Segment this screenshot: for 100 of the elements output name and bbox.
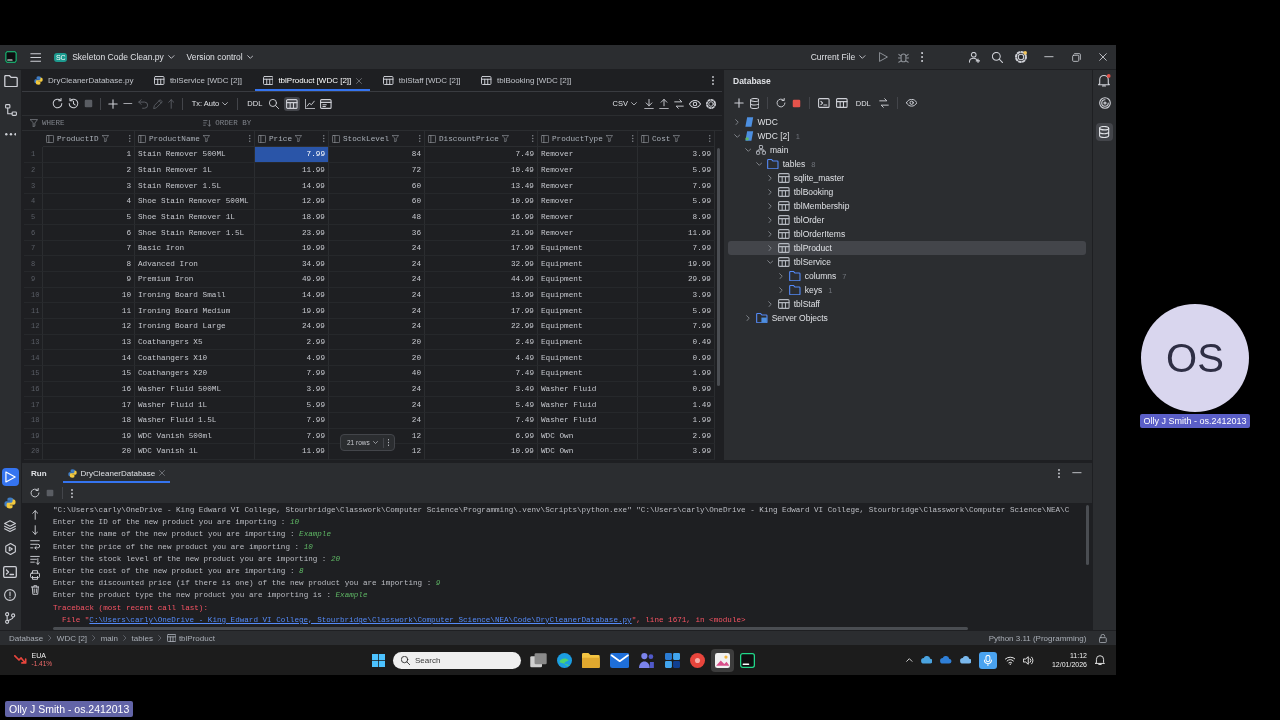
filter-icon[interactable] bbox=[295, 135, 303, 142]
exclamation-circle-icon[interactable] bbox=[4, 589, 17, 601]
breadcrumb[interactable]: tables bbox=[131, 633, 153, 643]
folder-icon[interactable] bbox=[3, 75, 18, 87]
microphone-icon[interactable] bbox=[979, 651, 997, 669]
play-icon[interactable] bbox=[1, 468, 20, 486]
tree-item[interactable]: tblStaff bbox=[728, 297, 1086, 311]
breadcrumb[interactable]: WDC [2] bbox=[56, 633, 88, 643]
chevron-right-icon[interactable] bbox=[768, 216, 772, 224]
lock-icon[interactable] bbox=[1099, 633, 1107, 643]
table-view-icon[interactable] bbox=[284, 96, 300, 111]
filter-icon[interactable] bbox=[101, 135, 109, 142]
terminal-icon[interactable] bbox=[3, 566, 18, 578]
chevron-right-icon[interactable] bbox=[746, 314, 750, 322]
editor-tab[interactable]: tblProduct [WDC [2]] bbox=[254, 70, 371, 91]
more-icon[interactable] bbox=[1058, 468, 1061, 478]
editor-tab[interactable]: tblStaff [WDC [2]] bbox=[375, 70, 469, 91]
breadcrumb[interactable]: tblProduct bbox=[166, 633, 215, 643]
search-icon[interactable] bbox=[992, 51, 1004, 63]
filter-icon[interactable] bbox=[673, 135, 681, 142]
chevron-right-icon[interactable] bbox=[779, 286, 783, 294]
form-icon[interactable] bbox=[319, 98, 332, 109]
refresh-icon[interactable] bbox=[776, 98, 787, 108]
cloud-icon[interactable] bbox=[959, 656, 972, 664]
more-icon[interactable] bbox=[921, 52, 924, 62]
print-icon[interactable] bbox=[30, 570, 40, 580]
chevron-down-icon[interactable] bbox=[744, 148, 752, 152]
windows-stack-icon[interactable] bbox=[530, 652, 547, 668]
chevron-right-icon[interactable] bbox=[768, 188, 772, 196]
scroll-to-end-icon[interactable] bbox=[30, 555, 40, 565]
down-arrow-icon[interactable] bbox=[31, 525, 39, 535]
run-configuration-menu[interactable]: Current File bbox=[807, 50, 869, 64]
editor-tab[interactable]: DryCleanerDatabase.py bbox=[26, 70, 142, 91]
tree-item[interactable]: WDC bbox=[728, 115, 1086, 129]
app-logo-icon[interactable] bbox=[5, 51, 17, 63]
speaker-icon[interactable] bbox=[1023, 655, 1034, 665]
tiles-icon[interactable] bbox=[664, 652, 680, 668]
wrap-icon[interactable] bbox=[30, 540, 40, 550]
scrollbar-thumb[interactable] bbox=[53, 627, 968, 631]
minimize-icon[interactable] bbox=[1072, 472, 1082, 474]
tree-item[interactable]: sqlite_master bbox=[728, 171, 1086, 185]
people-icon[interactable] bbox=[639, 652, 655, 668]
stop-icon[interactable] bbox=[84, 99, 93, 108]
refresh-icon[interactable] bbox=[52, 98, 63, 109]
notifications-icon[interactable] bbox=[1098, 74, 1111, 87]
code-logo-icon[interactable] bbox=[739, 652, 755, 668]
chart-icon[interactable] bbox=[304, 98, 315, 109]
close-icon[interactable] bbox=[1099, 53, 1107, 61]
chevron-right-icon[interactable] bbox=[779, 272, 783, 280]
tree-item[interactable]: main bbox=[728, 143, 1086, 157]
wifi-icon[interactable] bbox=[1004, 655, 1016, 665]
history-icon[interactable] bbox=[68, 98, 79, 109]
branch-icon[interactable] bbox=[5, 612, 16, 624]
breadcrumb[interactable]: Database bbox=[9, 633, 44, 643]
interpreter-selector[interactable]: Python 3.11 (Programming) bbox=[988, 633, 1087, 643]
chevron-right-icon[interactable] bbox=[768, 244, 772, 252]
chevron-right-icon[interactable] bbox=[768, 202, 772, 210]
eye-icon[interactable] bbox=[689, 99, 701, 108]
editor-tab[interactable]: tblService [WDC [2]] bbox=[146, 70, 250, 91]
disc-icon[interactable] bbox=[689, 652, 705, 668]
chevron-down-icon[interactable] bbox=[766, 260, 774, 264]
console-icon[interactable] bbox=[818, 98, 831, 108]
swap-icon[interactable] bbox=[878, 98, 889, 108]
settings-icon[interactable] bbox=[706, 98, 716, 109]
filter-icon[interactable] bbox=[605, 135, 613, 142]
search-field[interactable]: Search bbox=[393, 651, 521, 669]
plus-icon[interactable] bbox=[734, 98, 744, 108]
close-icon[interactable] bbox=[356, 77, 363, 84]
spiral-icon[interactable] bbox=[1098, 96, 1111, 109]
tree-item[interactable]: tblService bbox=[728, 255, 1086, 269]
trash-icon[interactable] bbox=[30, 585, 40, 595]
tree-item[interactable]: tblProduct bbox=[728, 241, 1086, 255]
upload-icon[interactable] bbox=[659, 98, 669, 109]
tree-item[interactable]: tblBooking bbox=[728, 185, 1086, 199]
chevron-up-icon[interactable] bbox=[905, 658, 913, 662]
menu-icon[interactable] bbox=[30, 52, 42, 62]
hexagon-play-icon[interactable] bbox=[4, 543, 17, 555]
notifications-icon[interactable] bbox=[1095, 655, 1105, 665]
run-icon[interactable] bbox=[878, 52, 888, 62]
more-icon[interactable] bbox=[387, 439, 390, 446]
version-control-menu[interactable]: Version control bbox=[183, 50, 257, 64]
stop-icon[interactable] bbox=[792, 98, 802, 108]
debug-icon[interactable] bbox=[898, 51, 909, 63]
scrollbar-thumb[interactable] bbox=[1086, 505, 1089, 565]
envelope-icon[interactable] bbox=[609, 652, 630, 668]
windows-logo-icon[interactable] bbox=[372, 653, 385, 667]
more-icon[interactable] bbox=[4, 133, 17, 136]
chevron-right-icon[interactable] bbox=[735, 118, 739, 126]
trend-down-icon[interactable] bbox=[14, 655, 27, 665]
filter-icon[interactable] bbox=[202, 135, 210, 142]
minus-icon[interactable] bbox=[123, 102, 133, 105]
plus-icon[interactable] bbox=[108, 98, 118, 109]
breadcrumb[interactable]: main bbox=[100, 633, 118, 643]
download-icon[interactable] bbox=[644, 98, 654, 109]
swap-icon[interactable] bbox=[674, 98, 684, 109]
eye-icon[interactable] bbox=[905, 99, 917, 107]
run-tab[interactable]: DryCleanerDatabase bbox=[62, 463, 171, 483]
layers-icon[interactable] bbox=[4, 520, 17, 532]
chevron-down-icon[interactable] bbox=[733, 134, 741, 138]
filter-icon[interactable] bbox=[392, 135, 400, 142]
